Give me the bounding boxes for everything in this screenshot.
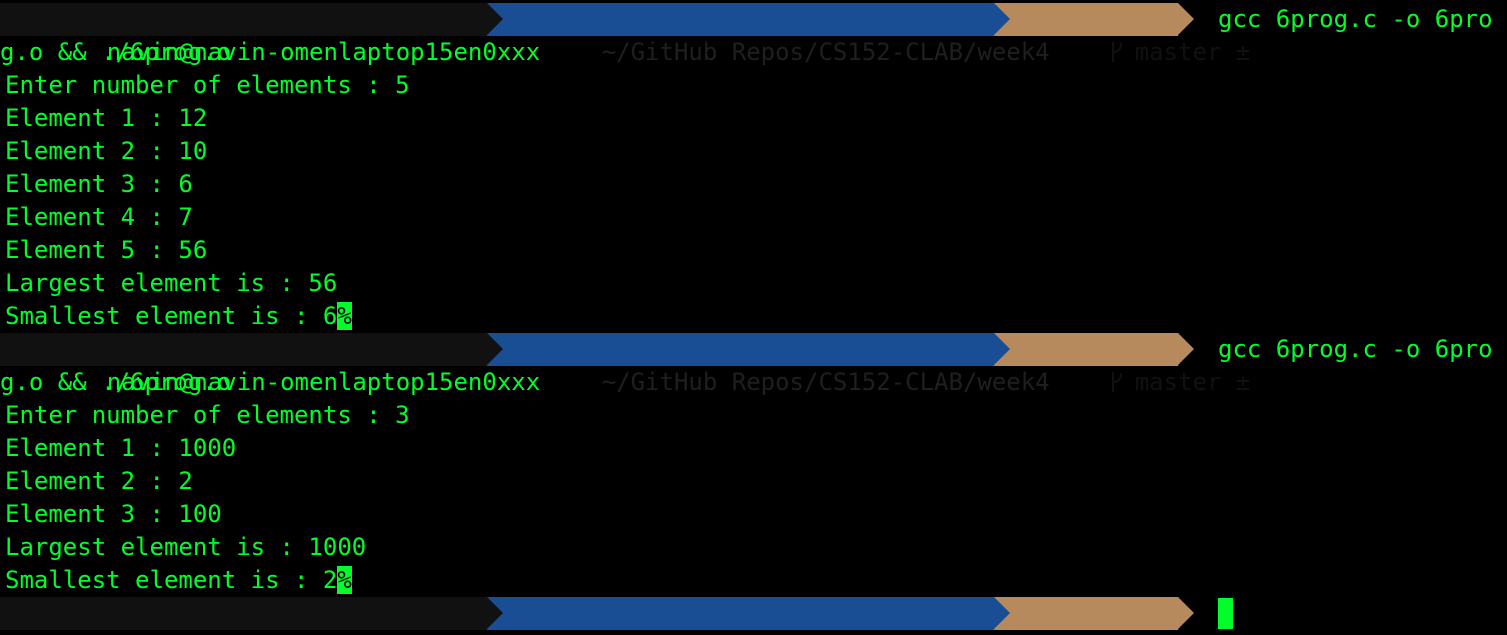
output-line: Smallest element is : 6% [0,300,352,333]
terminal-window[interactable]: navin@navin-omenlaptop15en0xxx ~/GitHub … [0,0,1507,635]
output-line: Smallest element is : 2% [0,564,352,597]
command-text: gcc 6prog.c -o 6pro [1218,5,1493,33]
segment-arrow-icon [487,333,503,365]
path-label: ~/GitHub Repos/CS152-CLAB/week4 [601,368,1050,396]
output-text: Smallest element is : 6 [5,302,338,330]
prompt-git-branch: master ± [994,3,1250,66]
eol-marker: % [337,566,352,594]
segment-arrow-icon [487,597,503,629]
segment-arrow-icon [1178,3,1194,35]
prompt-line: navin@navin-omenlaptop15en0xxx ~/GitHub … [0,333,1507,396]
prompt-user-host: navin@navin-omenlaptop15en0xxx [0,3,540,66]
eol-marker: % [337,302,352,330]
output-line: Enter number of elements : 5 [5,71,410,99]
git-branch-icon [1111,42,1122,62]
command-wrap-line: g.o && ./6prog.o [0,38,232,66]
output-line: Element 4 : 7 [5,203,193,231]
prompt-user-host: navin@navin-omenlaptop15en0xxx [0,333,540,396]
branch-label: master ± [1134,38,1251,66]
path-label: ~/GitHub Repos/CS152-CLAB/week4 [601,38,1050,66]
output-line: Element 2 : 2 [5,467,193,495]
command-wrap-line: g.o && ./6prog.o [0,368,232,396]
prompt-line-active: navin@navin-omenlaptop15en0xxx ~/GitHub … [0,597,1507,635]
prompt-git-branch: master ± [994,597,1250,635]
prompt-path: ~/GitHub Repos/CS152-CLAB/week4 [487,333,1050,396]
prompt-line: navin@navin-omenlaptop15en0xxx ~/GitHub … [0,3,1507,66]
prompt-path: ~/GitHub Repos/CS152-CLAB/week4 [487,3,1050,66]
prompt-user-host: navin@navin-omenlaptop15en0xxx [0,597,540,635]
branch-label: master ± [1134,368,1251,396]
output-line: Element 3 : 6 [5,170,193,198]
output-text: Smallest element is : 2 [5,566,338,594]
segment-arrow-icon [1178,333,1194,365]
segment-arrow-icon [487,3,503,35]
segment-arrow-icon [1178,597,1194,629]
output-line: Element 5 : 56 [5,236,208,264]
output-line: Element 2 : 10 [5,137,208,165]
output-line: Element 1 : 1000 [5,434,237,462]
prompt-path: ~/GitHub Repos/CS152-CLAB/week4 [487,597,1050,635]
output-line: Enter number of elements : 3 [5,401,410,429]
segment-arrow-icon [994,333,1010,365]
prompt-git-branch: master ± [994,333,1250,396]
git-branch-icon [1111,372,1122,392]
output-line: Largest element is : 56 [5,269,338,297]
segment-arrow-icon [994,597,1010,629]
output-line: Element 1 : 12 [5,104,208,132]
output-line: Largest element is : 1000 [5,533,367,561]
command-text: gcc 6prog.c -o 6pro [1218,335,1493,363]
output-line: Element 3 : 100 [5,500,222,528]
segment-arrow-icon [994,3,1010,35]
text-cursor[interactable] [1218,598,1233,629]
